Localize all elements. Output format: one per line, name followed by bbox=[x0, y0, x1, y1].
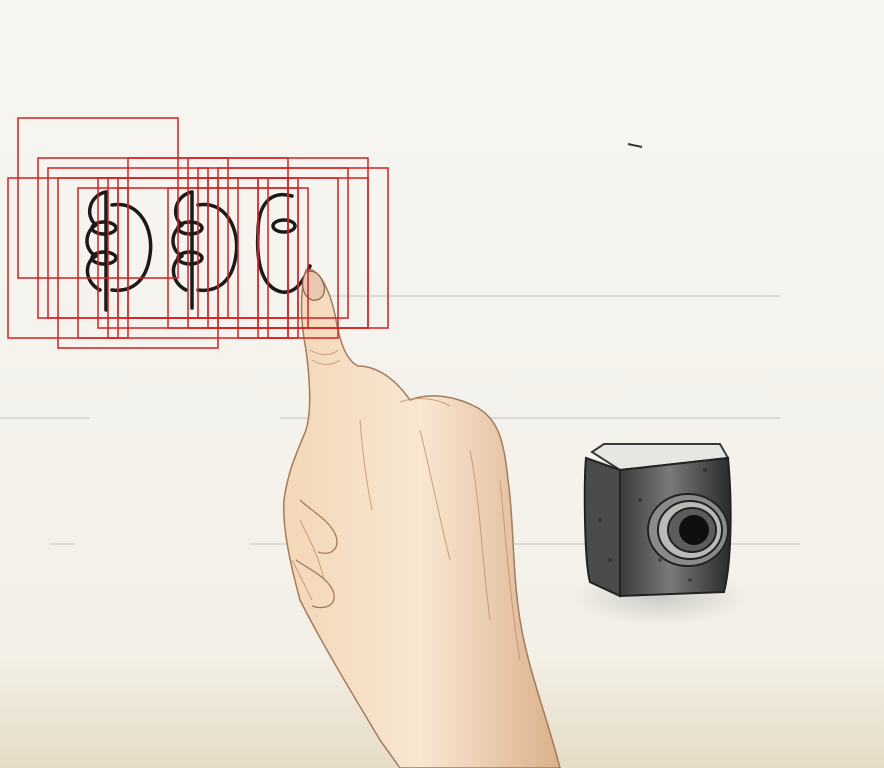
illustration-canvas bbox=[0, 0, 884, 768]
ink-bottle bbox=[570, 443, 750, 626]
scene-svg bbox=[0, 0, 884, 768]
